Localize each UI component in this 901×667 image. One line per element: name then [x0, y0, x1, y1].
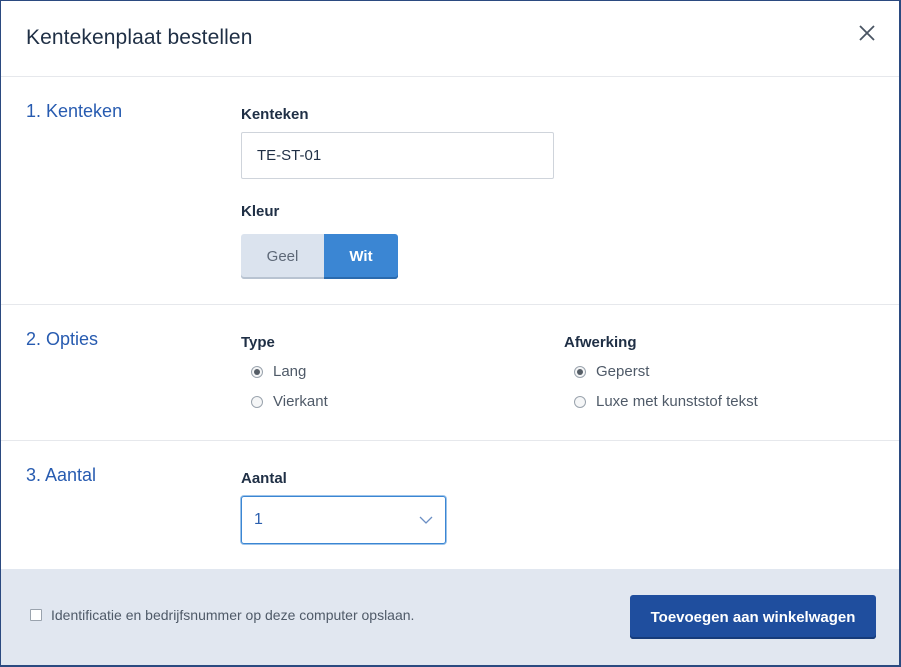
aantal-select[interactable]: 1	[241, 496, 446, 544]
radio-unchecked-icon	[574, 395, 586, 408]
save-identification-checkbox[interactable]: Identificatie en bedrijfsnummer op deze …	[30, 607, 414, 623]
order-license-plate-dialog: Kentekenplaat bestellen 1. Kenteken Kent…	[1, 1, 899, 665]
dialog-header: Kentekenplaat bestellen	[1, 1, 899, 77]
section-aantal: 3. Aantal Aantal 1	[1, 441, 899, 569]
afwerking-option-geperst[interactable]: Geperst	[574, 363, 649, 380]
section-title: 1. Kenteken	[26, 101, 123, 121]
aantal-selected-value: 1	[254, 511, 263, 528]
afwerking-option-luxe[interactable]: Luxe met kunststof tekst	[574, 393, 758, 410]
checkbox-icon	[30, 609, 42, 621]
afwerking-label: Afwerking	[564, 334, 637, 351]
kleur-option-geel[interactable]: Geel	[241, 234, 324, 279]
dialog-footer: Identificatie en bedrijfsnummer op deze …	[1, 569, 899, 665]
radio-label: Luxe met kunststof tekst	[596, 393, 758, 410]
kleur-toggle: Geel Wit	[241, 234, 398, 279]
kenteken-input[interactable]	[241, 132, 554, 179]
chevron-down-icon	[419, 516, 433, 524]
kenteken-label: Kenteken	[241, 106, 309, 123]
type-label: Type	[241, 334, 275, 351]
section-kenteken: 1. Kenteken Kenteken Kleur Geel Wit	[1, 77, 899, 305]
aantal-label: Aantal	[241, 470, 287, 487]
radio-checked-icon	[251, 365, 263, 378]
radio-label: Vierkant	[273, 393, 328, 410]
radio-label: Lang	[273, 363, 307, 380]
radio-label: Geperst	[596, 363, 650, 380]
type-option-lang[interactable]: Lang	[251, 363, 306, 380]
radio-checked-icon	[574, 365, 586, 378]
kleur-label: Kleur	[241, 203, 280, 220]
add-to-cart-button[interactable]: Toevoegen aan winkelwagen	[630, 595, 876, 639]
close-button[interactable]	[855, 21, 879, 45]
section-title: 3. Aantal	[26, 465, 97, 485]
section-opties: 2. Opties Type Lang Vierkant Afwerking G…	[1, 305, 899, 441]
close-icon	[859, 25, 875, 41]
checkbox-label: Identificatie en bedrijfsnummer op deze …	[51, 607, 415, 623]
dialog-title: Kentekenplaat bestellen	[26, 26, 253, 49]
section-title: 2. Opties	[26, 329, 99, 349]
type-option-vierkant[interactable]: Vierkant	[251, 393, 328, 410]
kleur-option-wit[interactable]: Wit	[324, 234, 398, 279]
radio-unchecked-icon	[251, 395, 263, 408]
